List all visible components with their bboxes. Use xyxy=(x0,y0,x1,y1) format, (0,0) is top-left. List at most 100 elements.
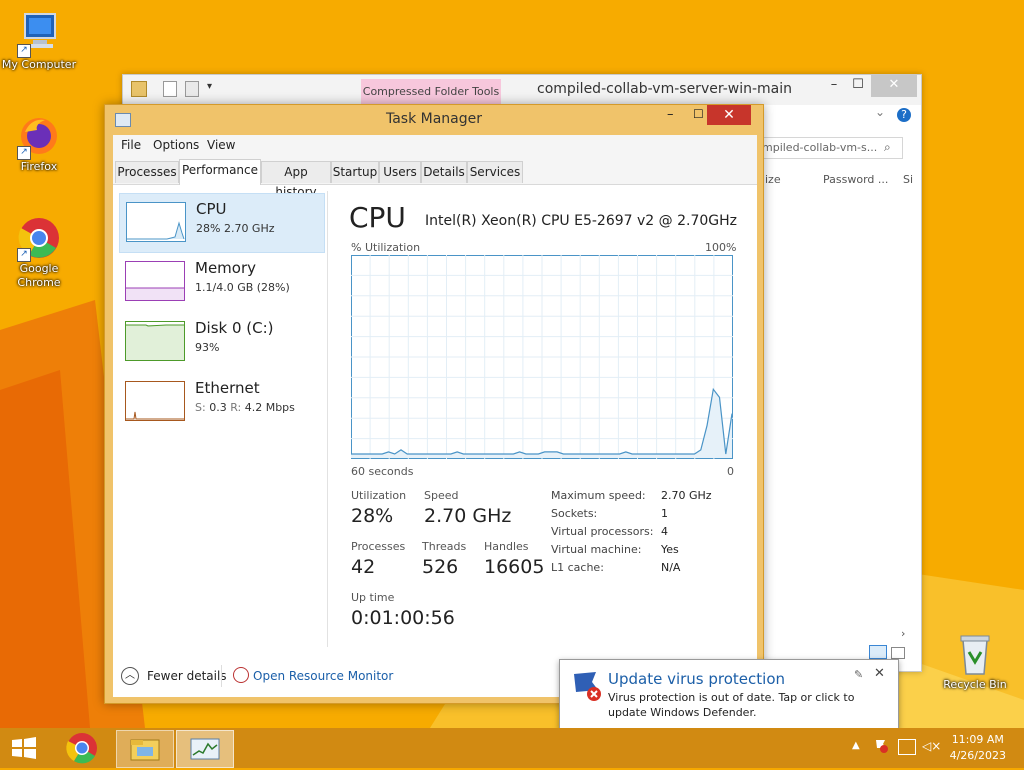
shortcut-arrow-icon: ↗ xyxy=(17,146,31,160)
footer-separator xyxy=(221,665,222,687)
desktop-icon-my-computer[interactable]: ↗ My Computer xyxy=(0,10,78,72)
tab-app-history[interactable]: App history xyxy=(261,161,331,199)
column-header-si[interactable]: Si xyxy=(903,173,913,186)
explorer-search-input[interactable]: mpiled-collab-vm-s... ⌕ xyxy=(759,137,903,159)
cpu-heading: CPU xyxy=(349,201,406,234)
network-icon[interactable] xyxy=(898,739,916,755)
tab-startup[interactable]: Startup xyxy=(331,161,379,183)
explorer-title: compiled-collab-vm-server-win-main xyxy=(537,81,792,97)
taskbar-chrome[interactable] xyxy=(56,730,112,766)
details-view-icon[interactable] xyxy=(869,645,887,659)
resource-ethernet[interactable]: Ethernet S: 0.3 R: 4.2 Mbps xyxy=(119,373,323,431)
time-axis-label: 60 seconds xyxy=(351,465,414,478)
scroll-right-icon[interactable]: › xyxy=(901,627,905,640)
desktop-icon-recycle-bin[interactable]: Recycle Bin xyxy=(936,630,1014,692)
task-manager-title-bar[interactable]: Task Manager – ☐ ✕ xyxy=(105,105,763,133)
tab-users[interactable]: Users xyxy=(379,161,421,183)
desktop-icon-firefox[interactable]: ↗ Firefox xyxy=(0,112,78,174)
detail-key: Virtual processors: xyxy=(551,525,654,538)
fewer-details-link[interactable]: Fewer details xyxy=(147,669,227,683)
recycle-bin-icon xyxy=(951,630,999,678)
notification-settings-icon[interactable]: ✎ xyxy=(854,668,863,681)
menu-options[interactable]: Options xyxy=(153,138,199,152)
threads-label: Threads xyxy=(422,540,467,553)
resource-name: CPU xyxy=(196,200,227,218)
ethernet-send-label: S: xyxy=(195,401,206,414)
tab-services[interactable]: Services xyxy=(467,161,523,183)
chrome-icon: ↗ xyxy=(15,214,63,262)
collapse-chevron-icon[interactable]: ︿ xyxy=(121,667,139,685)
large-icons-view-icon[interactable] xyxy=(891,647,905,659)
ethernet-receive-value: 4.2 Mbps xyxy=(244,401,295,414)
system-clock[interactable]: 11:09 AM 4/26/2023 xyxy=(950,732,1006,764)
cpu-utilization-graph xyxy=(351,255,733,459)
taskbar: ▲ ◁× 11:09 AM 4/26/2023 xyxy=(0,728,1024,768)
task-manager-title: Task Manager xyxy=(385,111,483,127)
ethernet-send-value: 0.3 xyxy=(209,401,227,414)
tab-performance[interactable]: Performance xyxy=(179,159,261,185)
speed-value: 2.70 GHz xyxy=(424,505,512,527)
volume-muted-icon[interactable]: ◁× xyxy=(922,739,941,753)
desktop-icon-label: Firefox xyxy=(20,160,58,173)
maximize-button[interactable]: ☐ xyxy=(693,107,704,121)
new-folder-icon[interactable] xyxy=(185,81,199,97)
resource-detail: 93% xyxy=(195,341,220,354)
start-button[interactable] xyxy=(0,730,56,766)
graph-grid xyxy=(351,255,733,459)
properties-icon[interactable] xyxy=(163,81,177,97)
resource-memory[interactable]: Memory 1.1/4.0 GB (28%) xyxy=(119,253,323,311)
firefox-icon: ↗ xyxy=(15,112,63,160)
utilization-label: Utilization xyxy=(351,489,407,502)
menu-file[interactable]: File xyxy=(121,138,141,152)
chrome-icon xyxy=(66,733,97,764)
detail-value: Yes xyxy=(661,543,679,556)
shortcut-arrow-icon: ↗ xyxy=(17,248,31,262)
tab-processes[interactable]: Processes xyxy=(115,161,179,183)
taskbar-file-explorer[interactable] xyxy=(116,730,174,768)
detail-value: 1 xyxy=(661,507,668,520)
task-manager-window[interactable]: Task Manager – ☐ ✕ File Options View Pro… xyxy=(104,104,764,704)
help-icon[interactable]: ? xyxy=(897,108,911,122)
tab-strip: Processes Performance App history Startu… xyxy=(113,157,757,199)
notification-title: Update virus protection xyxy=(608,670,786,688)
explorer-title-bar[interactable]: ▾ Compressed Folder Tools compiled-colla… xyxy=(123,75,921,105)
column-header-size[interactable]: ize xyxy=(765,173,781,186)
ethernet-receive-label: R: xyxy=(230,401,242,414)
utilization-value: 28% xyxy=(351,505,394,527)
desktop-icon-google-chrome[interactable]: ↗ Google Chrome xyxy=(0,214,78,290)
clock-date: 4/26/2023 xyxy=(949,749,1006,762)
close-button[interactable]: ✕ xyxy=(707,105,751,125)
resource-cpu[interactable]: CPU 28% 2.70 GHz xyxy=(119,193,325,253)
explorer-close-button[interactable]: ✕ xyxy=(871,75,917,97)
uptime-value: 0:01:00:56 xyxy=(351,607,455,629)
open-resource-monitor-link[interactable]: Open Resource Monitor xyxy=(253,669,393,683)
notification-close-button[interactable]: ✕ xyxy=(874,666,885,681)
column-header-password[interactable]: Password ... xyxy=(823,173,888,186)
search-icon[interactable]: ⌕ xyxy=(884,140,891,155)
compressed-folder-tools-tab[interactable]: Compressed Folder Tools xyxy=(361,79,501,105)
menu-view[interactable]: View xyxy=(207,138,235,152)
show-hidden-icons-button[interactable]: ▲ xyxy=(852,740,860,751)
pane-divider[interactable] xyxy=(327,191,328,647)
action-center-flag-icon[interactable] xyxy=(874,739,888,753)
chevron-down-icon[interactable]: ⌄ xyxy=(875,105,885,119)
folder-icon xyxy=(131,81,147,97)
minimize-button[interactable]: – xyxy=(667,107,674,122)
resource-disk[interactable]: Disk 0 (C:) 93% xyxy=(119,313,323,371)
resource-name: Memory xyxy=(195,259,257,277)
ethernet-thumbnail-graph xyxy=(125,381,185,421)
task-manager-icon xyxy=(190,738,220,760)
taskbar-task-manager[interactable] xyxy=(176,730,234,768)
detail-value: N/A xyxy=(661,561,681,574)
desktop-icon-label: Google Chrome xyxy=(17,262,61,289)
tab-details[interactable]: Details xyxy=(421,161,467,183)
resource-detail: S: 0.3 R: 4.2 Mbps xyxy=(195,401,295,414)
resource-name: Disk 0 (C:) xyxy=(195,319,274,337)
file-explorer-icon xyxy=(130,739,160,761)
defender-notification[interactable]: Update virus protection Virus protection… xyxy=(559,659,899,731)
detail-key: Sockets: xyxy=(551,507,598,520)
explorer-maximize-button[interactable]: ☐ xyxy=(843,75,873,97)
customize-quick-access-icon[interactable]: ▾ xyxy=(207,81,212,92)
resource-detail: 28% 2.70 GHz xyxy=(196,222,275,235)
task-manager-body: File Options View Processes Performance … xyxy=(113,135,757,697)
